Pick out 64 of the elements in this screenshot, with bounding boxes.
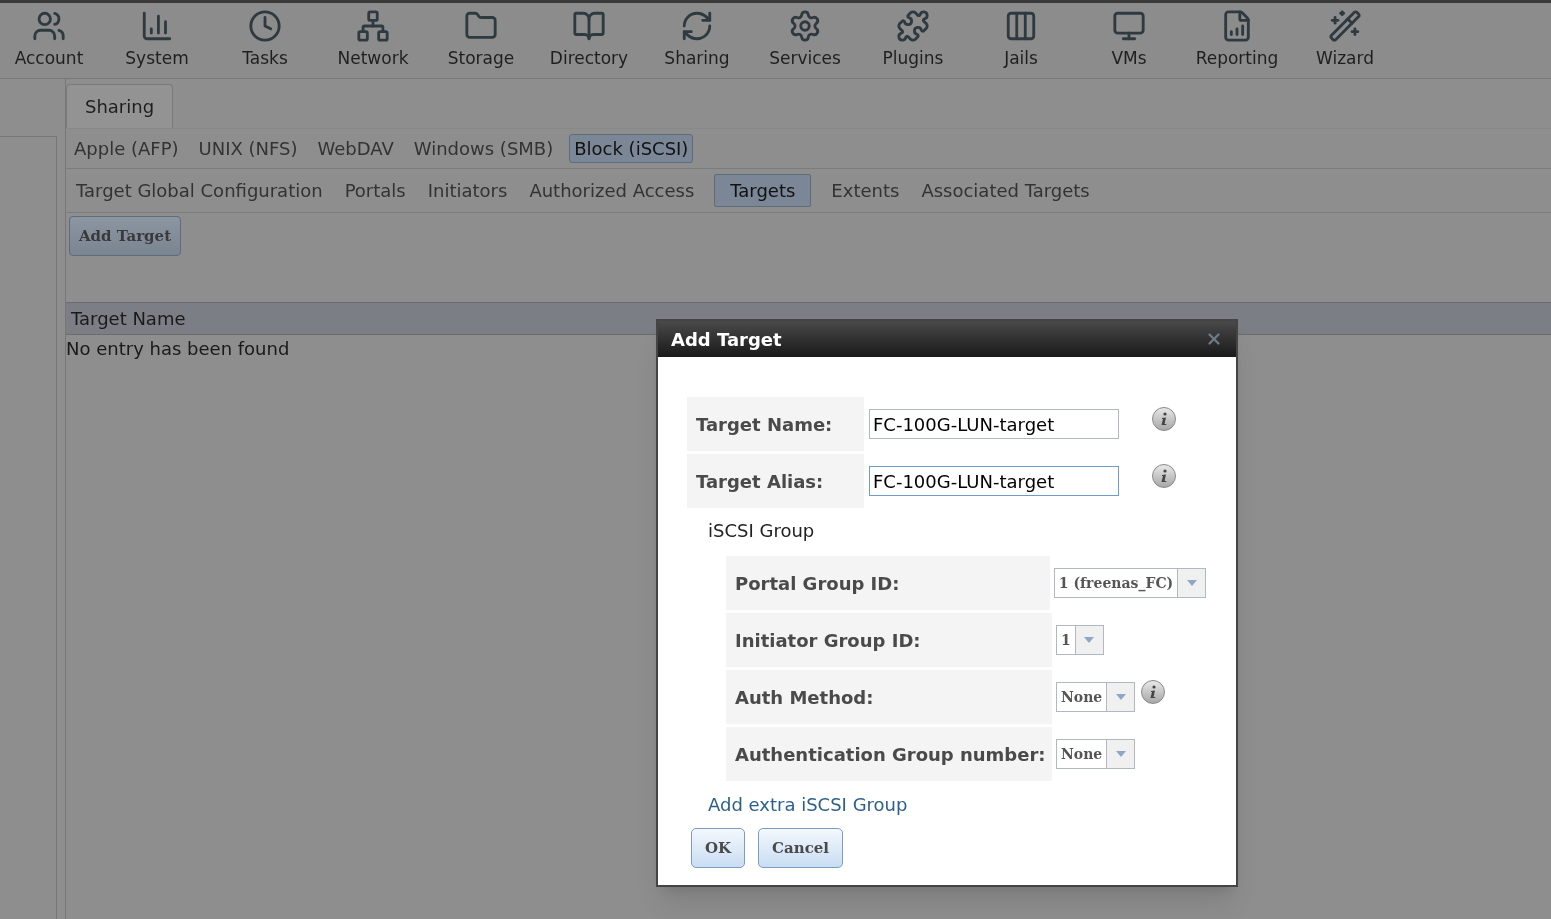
sync-icon <box>680 9 714 43</box>
caret-icon <box>1115 694 1126 700</box>
caret-icon <box>1115 751 1126 757</box>
info-icon[interactable] <box>1152 464 1176 488</box>
caret-icon <box>1084 637 1095 643</box>
group-heading: iSCSI Group <box>708 519 816 543</box>
chart-icon <box>140 9 174 43</box>
book-icon <box>572 9 606 43</box>
network-icon <box>356 9 390 43</box>
nav-item[interactable]: Wizard <box>1296 9 1394 78</box>
info-icon[interactable] <box>1141 680 1166 704</box>
sub-tab[interactable]: Associated Targets <box>919 177 1092 204</box>
monitor-icon <box>1112 9 1146 43</box>
users-icon <box>32 9 66 43</box>
page-tab[interactable]: Sharing <box>66 84 174 128</box>
field-label: Authentication Group number: <box>726 727 1052 781</box>
nav-item[interactable]: Tasks <box>216 9 314 78</box>
share-tab[interactable]: Apple (AFP) <box>70 135 183 162</box>
field-label: Target Alias: <box>687 454 864 508</box>
nav-item[interactable]: Jails <box>972 9 1070 78</box>
wand-icon <box>1328 9 1362 43</box>
info-icon[interactable] <box>1152 407 1176 431</box>
select-dropdown[interactable]: 1 <box>1056 625 1104 655</box>
sub-tab[interactable]: Target Global Configuration <box>74 177 325 204</box>
sub-tab[interactable]: Portals <box>342 177 408 204</box>
field-label: Target Name: <box>687 397 864 451</box>
nav-item[interactable]: Reporting <box>1188 9 1286 78</box>
empty-message: No entry has been found <box>66 337 290 361</box>
field-label: Auth Method: <box>726 670 1052 724</box>
clock-icon <box>248 9 282 43</box>
nav-item[interactable]: Directory <box>540 9 638 78</box>
share-tab[interactable]: Windows (SMB) <box>409 135 558 162</box>
text-field[interactable]: FC-100G-LUN-target <box>869 409 1119 439</box>
select-dropdown[interactable]: None <box>1056 739 1136 769</box>
dialog-button[interactable]: OK <box>691 828 746 868</box>
select-dropdown[interactable]: None <box>1056 682 1136 712</box>
text-field[interactable]: FC-100G-LUN-target <box>869 466 1119 496</box>
puzzle-icon <box>896 9 930 43</box>
nav-item[interactable]: Plugins <box>864 9 962 78</box>
sub-tab[interactable]: Authorized Access <box>527 177 697 204</box>
sub-tab[interactable]: Targets <box>714 174 812 207</box>
share-tab[interactable]: UNIX (NFS) <box>194 135 302 162</box>
select-dropdown[interactable]: 1 (freenas_FC) <box>1053 568 1207 598</box>
nav-item[interactable]: System <box>108 9 206 78</box>
add-target-button[interactable]: Add Target <box>69 216 181 256</box>
nav-item[interactable]: Sharing <box>648 9 746 78</box>
field-label: Portal Group ID: <box>726 556 1050 610</box>
close-icon[interactable] <box>1205 330 1223 348</box>
dialog-title-bar: Add Target <box>658 321 1236 357</box>
share-tab[interactable]: WebDAV <box>313 135 398 162</box>
sub-tab[interactable]: Extents <box>829 177 902 204</box>
field-label: Initiator Group ID: <box>726 613 1052 667</box>
nav-item[interactable]: Services <box>756 9 854 78</box>
nav-item[interactable]: Storage <box>432 9 530 78</box>
nav-item[interactable]: VMs <box>1080 9 1178 78</box>
add-group-link[interactable]: Add extra iSCSI Group <box>708 791 908 818</box>
share-tab[interactable]: Block (iSCSI) <box>569 134 694 163</box>
column-header[interactable]: Target Name <box>71 305 186 332</box>
nav-item[interactable]: Account <box>0 9 98 78</box>
sub-tab[interactable]: Initiators <box>425 177 510 204</box>
nav-item[interactable]: Network <box>324 9 422 78</box>
caret-icon <box>1186 580 1197 586</box>
bars-icon <box>1004 9 1038 43</box>
dialog-button[interactable]: Cancel <box>758 828 844 868</box>
